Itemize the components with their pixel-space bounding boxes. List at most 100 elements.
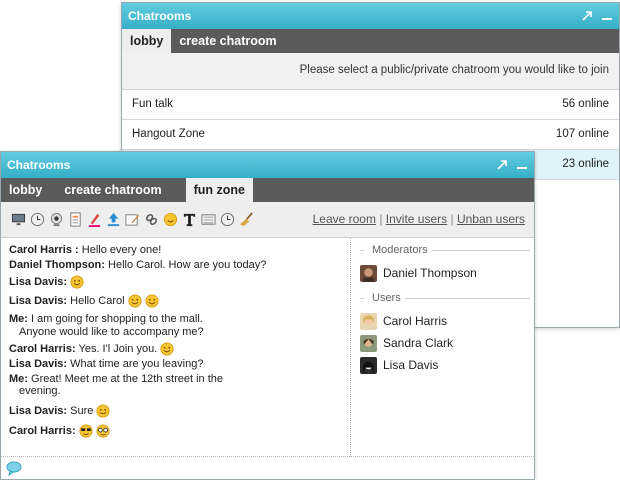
tab-lobby[interactable]: lobby: [122, 29, 172, 53]
room-online-count: 107 online: [555, 128, 609, 140]
tab-create-chatroom[interactable]: create chatroom: [171, 29, 284, 53]
expand-icon[interactable]: [496, 159, 508, 171]
upload-icon[interactable]: [106, 212, 121, 227]
message-author: Lisa Davis:: [9, 358, 68, 370]
history-clock-icon[interactable]: [220, 212, 235, 227]
emoticon-icon[interactable]: [163, 212, 178, 227]
room-name: Fun talk: [132, 98, 173, 110]
message-text: Hello Carol: [70, 294, 125, 307]
chat-toolbar: Leave room | Invite users | Unban users: [1, 202, 534, 238]
users-section-header: Users: [360, 292, 534, 304]
avatar: [360, 334, 377, 352]
chat-log: Carol Harris : Hello every one! Daniel T…: [1, 238, 351, 457]
edit-icon[interactable]: [125, 212, 140, 227]
window-title: Chatrooms: [7, 158, 71, 172]
message-author: Me:: [9, 313, 28, 325]
minimize-icon[interactable]: [516, 159, 528, 171]
message-author: Carol Harris:: [9, 424, 76, 437]
chat-message: Carol Harris : Hello every one!: [9, 244, 350, 257]
notes-icon[interactable]: [68, 212, 83, 227]
cool-smiley-icon: [79, 423, 93, 438]
font-icon[interactable]: [182, 212, 197, 227]
tab-lobby[interactable]: lobby: [1, 178, 50, 202]
separator: |: [450, 212, 454, 226]
invite-users-link[interactable]: Invite users: [386, 212, 447, 226]
nerd-smiley-icon: [96, 423, 110, 438]
smiley-icon: [70, 275, 84, 289]
minimize-icon[interactable]: [601, 10, 613, 22]
message-text: Yes. I'l Join you.: [78, 342, 158, 355]
message-text: Hello Carol. How are you today?: [108, 258, 267, 271]
keyboard-icon[interactable]: [201, 212, 216, 227]
moderators-section-header: Moderators: [360, 244, 534, 256]
message-text-continued: Anyone would like to accompany me?: [19, 325, 204, 338]
message-author: Carol Harris :: [9, 244, 79, 256]
expand-icon[interactable]: [581, 10, 593, 22]
message-text: Hello every one!: [81, 244, 162, 256]
smiley-icon: [96, 403, 111, 418]
highlighter-icon[interactable]: [87, 212, 102, 227]
message-author: Carol Harris:: [9, 342, 76, 355]
chat-message: Me: I am going for shopping to the mall.…: [9, 313, 350, 338]
chat-message: Me: Great! Meet me at the 12th street in…: [9, 373, 350, 398]
chat-message: Lisa Davis:: [9, 275, 350, 289]
chatrooms-window-front: Chatrooms lobby create chatroom fun zone: [0, 151, 535, 480]
message-author: Lisa Davis:: [9, 275, 68, 288]
message-author: Lisa Davis:: [9, 294, 68, 307]
speech-bubble-icon: [6, 461, 22, 476]
user-name: Sandra Clark: [383, 336, 454, 350]
message-input-bar[interactable]: [1, 456, 534, 479]
window-titlebar[interactable]: Chatrooms: [122, 3, 619, 29]
message-author: Me:: [9, 372, 28, 385]
monitor-icon[interactable]: [11, 212, 26, 227]
message-text: Great! Meet me at the 12th street in the: [31, 372, 224, 385]
moderators-label: Moderators: [372, 244, 428, 256]
room-online-count: 56 online: [562, 98, 609, 110]
link-icon[interactable]: [144, 212, 159, 227]
chat-message: Lisa Davis: What time are you leaving?: [9, 358, 350, 371]
room-row[interactable]: Fun talk 56 online: [122, 90, 619, 120]
user-item[interactable]: Lisa Davis: [360, 354, 534, 376]
window-titlebar[interactable]: Chatrooms: [1, 152, 534, 178]
tab-fun-zone[interactable]: fun zone: [185, 178, 253, 202]
message-text: Sure: [70, 404, 94, 417]
moderator-name: Daniel Thompson: [383, 266, 477, 280]
unban-users-link[interactable]: Unban users: [457, 212, 525, 226]
user-item[interactable]: Carol Harris: [360, 310, 534, 332]
tab-bar: lobby create chatroom fun zone: [1, 178, 534, 202]
message-text: What time are you leaving?: [70, 358, 204, 370]
chat-message: Daniel Thompson: Hello Carol. How are yo…: [9, 259, 350, 272]
chat-body: Carol Harris : Hello every one! Daniel T…: [1, 238, 534, 479]
chat-message: Carol Harris:: [9, 423, 350, 438]
tab-bar: lobby create chatroom: [122, 29, 619, 53]
avatar: [360, 312, 377, 330]
user-name: Carol Harris: [383, 314, 448, 328]
smiley-icon: [128, 294, 142, 308]
leave-room-link[interactable]: Leave room: [313, 212, 376, 226]
chat-message: Carol Harris: Yes. I'l Join you.: [9, 342, 350, 356]
room-name: Hangout Zone: [132, 128, 205, 140]
user-list-panel: Moderators Daniel Thompson Users Carol H…: [352, 238, 534, 457]
avatar: [360, 264, 377, 282]
smiley-icon: [145, 294, 159, 308]
window-title: Chatrooms: [128, 9, 192, 23]
message-author: Lisa Davis:: [9, 404, 68, 417]
select-room-prompt: Please select a public/private chatroom …: [122, 53, 619, 90]
room-row[interactable]: Hangout Zone 107 online: [122, 120, 619, 150]
users-label: Users: [372, 292, 401, 304]
message-text: I am going for shopping to the mall.: [31, 313, 203, 325]
chat-message: Lisa Davis: Hello Carol: [9, 294, 350, 308]
separator: |: [379, 212, 383, 226]
room-online-count: 23 online: [562, 158, 609, 170]
clock-icon[interactable]: [30, 212, 45, 227]
chat-message: Lisa Davis: Sure: [9, 403, 350, 418]
room-actions: Leave room | Invite users | Unban users: [313, 202, 525, 237]
webcam-icon[interactable]: [49, 212, 64, 227]
tab-create-chatroom[interactable]: create chatroom: [50, 178, 169, 202]
user-name: Lisa Davis: [383, 358, 439, 372]
user-item[interactable]: Sandra Clark: [360, 332, 534, 354]
avatar: [360, 356, 377, 374]
moderator-item[interactable]: Daniel Thompson: [360, 262, 534, 284]
message-text-continued: evening.: [19, 385, 61, 397]
broom-icon[interactable]: [239, 212, 254, 227]
